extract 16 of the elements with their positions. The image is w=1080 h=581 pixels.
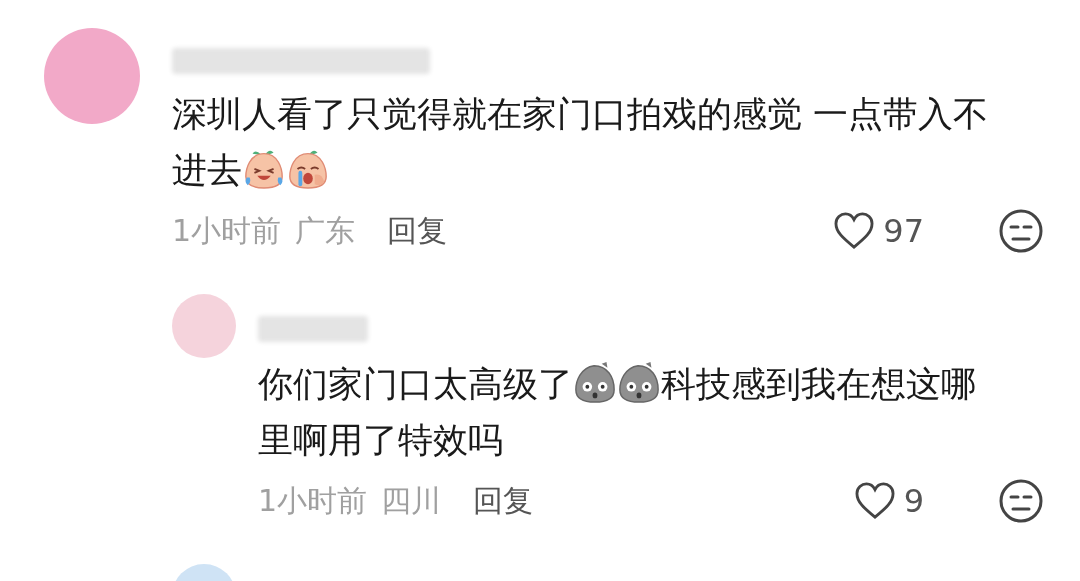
- like-button[interactable]: 9: [853, 482, 924, 520]
- heart-icon: [833, 212, 876, 250]
- comment-location: 四川: [381, 481, 442, 520]
- heart-icon: [853, 482, 896, 520]
- reply-button[interactable]: 回复: [369, 210, 448, 252]
- like-button[interactable]: 97: [833, 212, 924, 250]
- comment-location: 广东: [295, 211, 356, 250]
- comment-text: 深圳人看了只觉得就在家门口拍戏的感觉 一点带入不进去: [172, 93, 990, 192]
- comment-text: 你们家门口太高级了 科技感到我在想这哪里啊用了特效吗: [258, 356, 1008, 468]
- comment-time: 1小时前: [258, 481, 368, 520]
- shocked-face-icon: [573, 360, 617, 404]
- reply-button[interactable]: 回复: [455, 480, 534, 522]
- neutral-face-icon[interactable]: [998, 208, 1044, 254]
- comment-time: 1小时前: [172, 211, 282, 250]
- shocked-face-icon: [617, 360, 661, 404]
- neutral-face-icon[interactable]: [998, 478, 1044, 524]
